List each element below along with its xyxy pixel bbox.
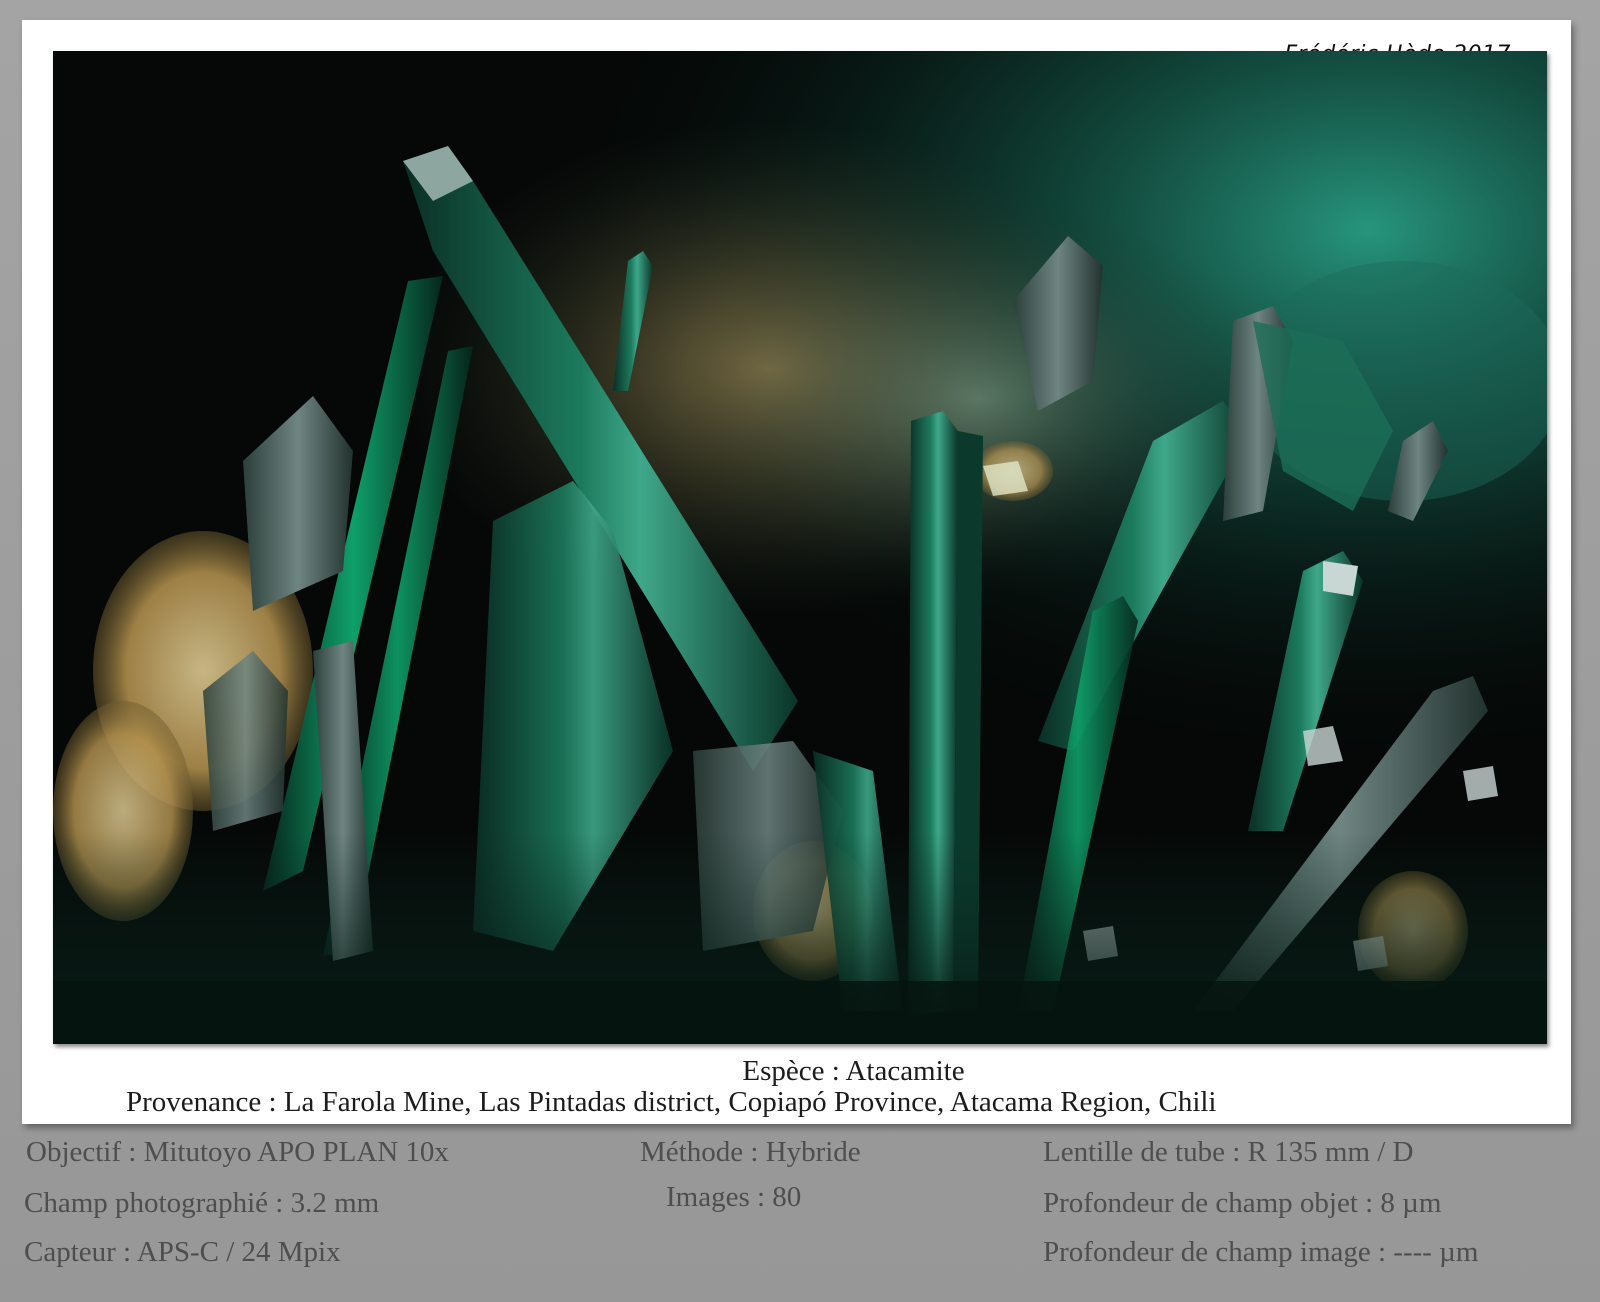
provenance-caption: Provenance : La Farola Mine, Las Pintada…	[126, 1086, 1217, 1118]
spec-method: Méthode : Hybride	[640, 1136, 861, 1168]
spec-image-dof: Profondeur de champ image : ---- µm	[1043, 1236, 1479, 1268]
spec-sensor: Capteur : APS-C / 24 Mpix	[24, 1236, 341, 1268]
spec-images: Images : 80	[666, 1181, 802, 1213]
crystal-illustration	[53, 51, 1547, 1044]
spec-field: Champ photographié : 3.2 mm	[24, 1187, 380, 1219]
spec-tube-lens: Lentille de tube : R 135 mm / D	[1043, 1136, 1414, 1168]
spec-objective: Objectif : Mitutoyo APO PLAN 10x	[26, 1136, 449, 1168]
mineral-photograph	[53, 51, 1547, 1044]
spec-object-dof: Profondeur de champ objet : 8 µm	[1043, 1187, 1442, 1219]
species-caption: Espèce : Atacamite	[742, 1055, 965, 1087]
